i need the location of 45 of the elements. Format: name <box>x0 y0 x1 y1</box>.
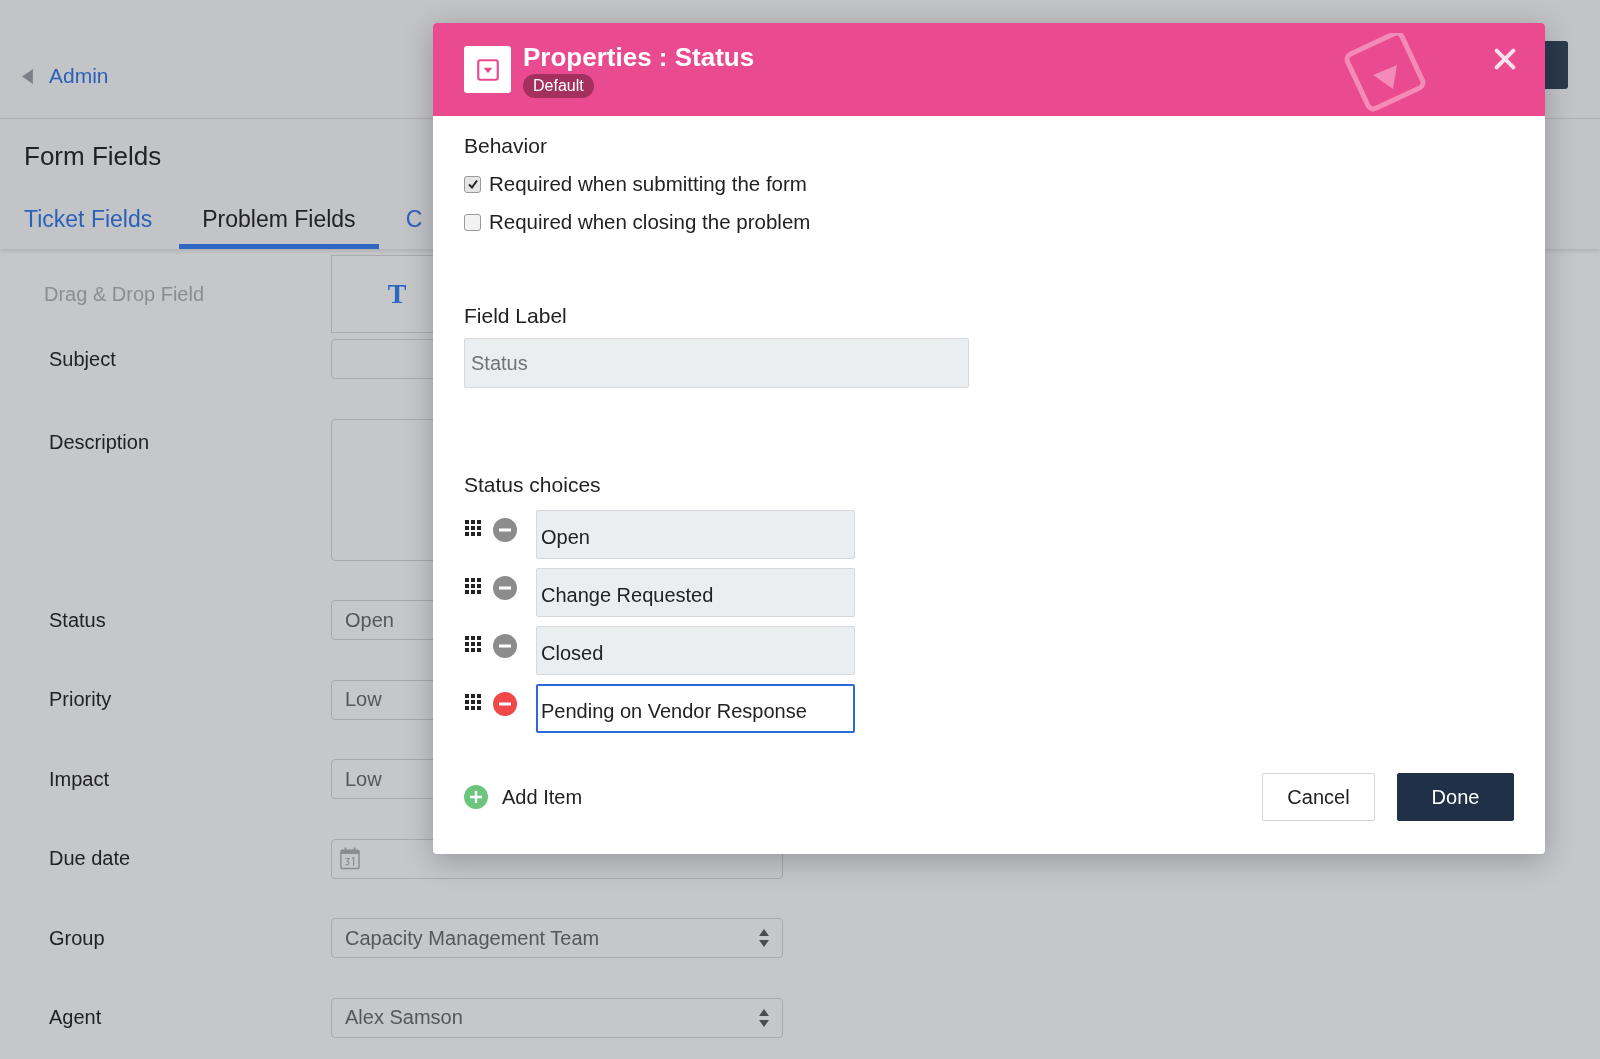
default-badge: Default <box>523 73 594 98</box>
choice-input[interactable]: Closed <box>536 626 855 675</box>
close-icon[interactable] <box>1493 47 1517 71</box>
calendar-icon <box>340 847 360 870</box>
checkbox[interactable] <box>464 213 481 231</box>
dropdown-field-icon <box>464 46 511 93</box>
choice-input[interactable]: Pending on Vendor Response <box>536 684 855 733</box>
choice-input[interactable]: Open <box>536 510 855 559</box>
field-label: Group <box>49 926 106 950</box>
drag-handle-icon[interactable] <box>464 577 482 595</box>
field-label: Description <box>49 430 151 454</box>
page-title: Form Fields <box>24 141 162 172</box>
remove-icon[interactable] <box>493 576 517 600</box>
section-heading: Status choices <box>464 473 602 497</box>
back-arrow-icon <box>22 68 33 84</box>
drag-handle-icon[interactable] <box>464 635 482 653</box>
done-button[interactable]: Done <box>1397 773 1514 821</box>
drag-handle-icon[interactable] <box>464 693 482 711</box>
field-label: Subject <box>49 347 117 371</box>
choice-input[interactable]: Change Requested <box>536 568 855 617</box>
field-label: Due date <box>49 847 132 870</box>
palette-label: Drag & Drop Field <box>44 282 206 306</box>
add-item-button[interactable]: Add Item <box>464 785 583 809</box>
select-field[interactable]: Alex Samson <box>331 997 783 1038</box>
field-label: Status <box>49 608 107 632</box>
checkbox[interactable] <box>464 175 481 193</box>
section-heading: Field Label <box>464 304 568 328</box>
dialog-title: Properties : Status <box>523 41 755 73</box>
field-label: Priority <box>49 688 113 711</box>
updown-arrows-icon <box>759 929 769 947</box>
cancel-button[interactable]: Cancel <box>1262 773 1375 821</box>
checkbox-label: Required when closing the problem <box>489 210 811 234</box>
remove-icon[interactable] <box>493 518 517 542</box>
tab[interactable]: Problem Fields <box>179 192 379 249</box>
drag-handle-icon[interactable] <box>464 519 482 537</box>
field-label: Agent <box>49 1006 103 1029</box>
checkbox-label: Required when submitting the form <box>489 172 807 196</box>
remove-icon[interactable] <box>493 692 517 716</box>
remove-icon[interactable] <box>493 634 517 658</box>
updown-arrows-icon <box>759 1008 769 1027</box>
section-heading: Behavior <box>464 134 548 158</box>
select-field[interactable]: Capacity Management Team <box>331 918 783 958</box>
field-label: Impact <box>49 767 111 791</box>
checkmark-icon <box>466 178 479 190</box>
plus-icon <box>464 785 488 809</box>
